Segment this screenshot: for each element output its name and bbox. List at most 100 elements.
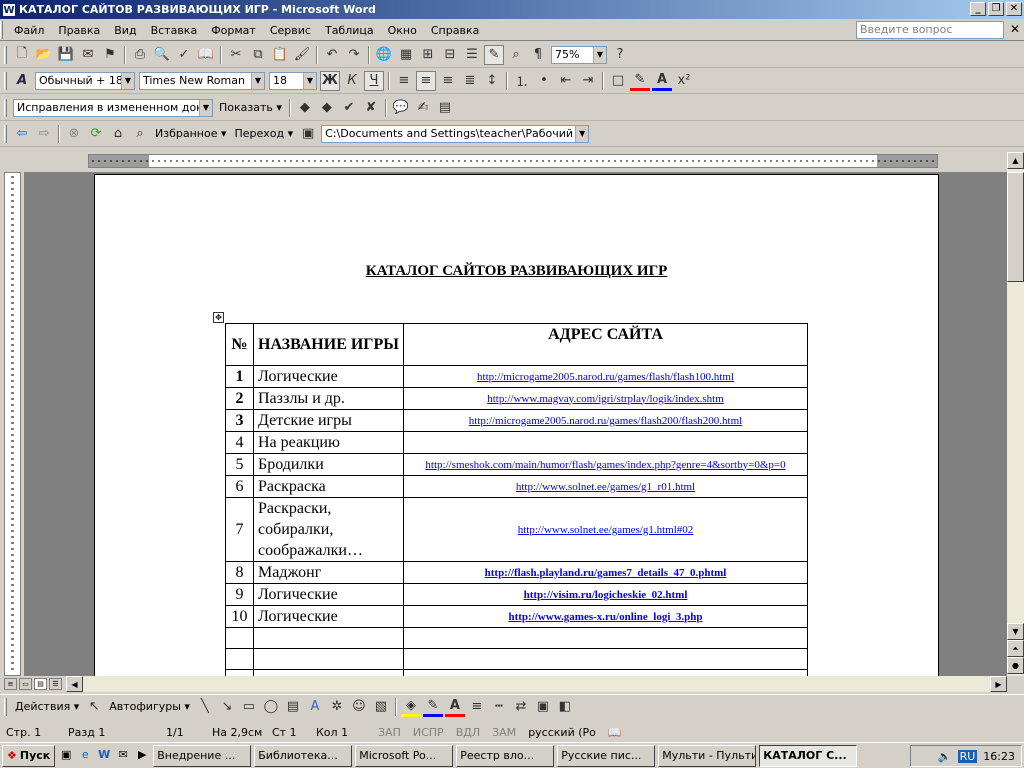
row-num[interactable]: 4 — [225, 431, 254, 454]
row-site-link[interactable]: http://smeshok.com/main/humor/flash/game… — [403, 453, 808, 476]
favorites-button[interactable]: Избранное ▾ — [151, 124, 231, 144]
clock[interactable]: 16:23 — [983, 750, 1015, 763]
align-left-icon[interactable]: ≡ — [394, 71, 414, 91]
header-name[interactable]: НАЗВАНИЕ ИГРЫ — [253, 323, 404, 366]
show-hide-icon[interactable]: ¶ — [528, 45, 548, 65]
minimize-button[interactable]: _ — [970, 2, 986, 16]
row-num[interactable]: 9 — [225, 583, 254, 606]
styles-icon[interactable]: A — [12, 71, 32, 91]
reviewing-pane-icon[interactable]: ▤ — [435, 98, 455, 118]
empty-cell[interactable] — [253, 648, 404, 670]
menubar-grip[interactable] — [0, 21, 3, 39]
media-icon[interactable]: ▶ — [134, 748, 150, 764]
row-game-name[interactable]: Паззлы и др. — [253, 387, 404, 410]
volume-icon[interactable]: 🔈 — [938, 750, 952, 763]
picture-icon[interactable]: ▧ — [371, 697, 391, 717]
format-painter-icon[interactable]: 🖌 — [292, 45, 312, 65]
3d-icon[interactable]: ◧ — [555, 697, 575, 717]
row-game-name[interactable]: На реакцию — [253, 431, 404, 454]
print-preview-icon[interactable]: 🔍 — [152, 45, 172, 65]
scroll-thumb[interactable] — [1007, 172, 1024, 282]
horizontal-scrollbar[interactable]: ◀ ▶ — [66, 676, 1007, 692]
row-num[interactable]: 5 — [225, 453, 254, 476]
help-icon[interactable]: ? — [610, 45, 630, 65]
menu-file[interactable]: Файл — [7, 24, 51, 37]
header-address[interactable]: АДРЕС САЙТА — [403, 323, 808, 366]
fill-color-icon[interactable]: ◈ — [400, 697, 421, 717]
chevron-down-icon[interactable]: ▼ — [199, 99, 212, 116]
email-icon[interactable]: ⚑ — [100, 45, 120, 65]
home-icon[interactable]: ⌂ — [108, 124, 128, 144]
bold-button[interactable]: Ж — [320, 70, 340, 91]
arrow-icon[interactable]: ↘ — [217, 697, 237, 717]
status-rec[interactable]: ЗАП — [372, 726, 407, 739]
task-button-active[interactable]: КАТАЛОГ С... — [759, 744, 858, 767]
undo-icon[interactable]: ↶ — [322, 45, 342, 65]
chevron-down-icon[interactable]: ▼ — [251, 72, 264, 89]
table-move-handle-icon[interactable]: ✥ — [213, 312, 224, 323]
search-web-icon[interactable]: ⌕ — [130, 124, 150, 144]
diagram-icon[interactable]: ✲ — [327, 697, 347, 717]
copy-icon[interactable]: ⧉ — [248, 45, 268, 65]
track-changes-icon[interactable]: ✍ — [413, 98, 433, 118]
research-icon[interactable]: 📖 — [196, 45, 216, 65]
row-game-name[interactable]: Логические — [253, 365, 404, 388]
row-num[interactable]: 3 — [225, 409, 254, 432]
task-button[interactable]: Библиотека... — [254, 744, 353, 767]
browse-object-icon[interactable]: ● — [1007, 657, 1024, 674]
row-site-link[interactable]: http://microgame2005.narod.ru/games/flas… — [403, 409, 808, 432]
row-num[interactable]: 2 — [225, 387, 254, 410]
columns-icon[interactable]: ☰ — [462, 45, 482, 65]
spelling-status-icon[interactable]: 📖 — [602, 726, 628, 739]
word-quicklaunch-icon[interactable]: W — [96, 748, 112, 764]
reject-change-icon[interactable]: ✘ — [361, 98, 381, 118]
accept-change-icon[interactable]: ✔ — [339, 98, 359, 118]
paste-icon[interactable]: 📋 — [270, 45, 290, 65]
show-web-toolbar-icon[interactable]: ▣ — [298, 124, 318, 144]
permission-icon[interactable]: ✉ — [78, 45, 98, 65]
outline-view-icon[interactable]: ☰ — [49, 678, 62, 690]
task-button[interactable]: Внедрение ... — [153, 744, 252, 767]
font-size-select[interactable]: 18 ▼ — [269, 71, 317, 90]
menu-window[interactable]: Окно — [381, 24, 424, 37]
italic-button[interactable]: К — [342, 71, 362, 91]
highlight-icon[interactable]: ✎ — [630, 71, 650, 91]
save-icon[interactable]: 💾 — [56, 45, 76, 65]
select-objects-icon[interactable]: ↖ — [84, 697, 104, 717]
draw-font-color-icon[interactable]: A — [444, 697, 465, 717]
new-comment-icon[interactable]: 💬 — [391, 98, 411, 118]
bullets-icon[interactable]: • — [534, 71, 554, 91]
normal-view-icon[interactable]: ≡ — [4, 678, 17, 690]
hyperlink-icon[interactable]: 🌐 — [374, 45, 394, 65]
chevron-down-icon[interactable]: ▼ — [303, 72, 316, 89]
insert-excel-icon[interactable]: ⊟ — [440, 45, 460, 65]
clipart-icon[interactable]: ☺ — [349, 697, 369, 717]
row-site-link[interactable]: http://www.magvay.com/igri/strplay/logik… — [403, 387, 808, 410]
increase-indent-icon[interactable]: ⇥ — [578, 71, 598, 91]
border-icon[interactable]: □ — [608, 71, 628, 91]
spelling-icon[interactable]: ✓ — [174, 45, 194, 65]
document-title[interactable]: КАТАЛОГ САЙТОВ РАЗВИВАЮЩИХ ИГР — [95, 263, 938, 280]
status-ext[interactable]: ВДЛ — [450, 726, 486, 739]
menu-view[interactable]: Вид — [107, 24, 143, 37]
row-game-name[interactable]: Детские игры — [253, 409, 404, 432]
back-icon[interactable]: ⇦ — [12, 124, 32, 144]
drawing-icon[interactable]: ✎ — [484, 44, 504, 65]
empty-cell[interactable] — [403, 648, 808, 670]
row-site-link[interactable]: http://flash.playland.ru/games7_details_… — [403, 561, 808, 584]
menu-help[interactable]: Справка — [424, 24, 486, 37]
zoom-select[interactable]: 75% ▼ — [551, 45, 607, 64]
open-folder-icon[interactable]: 📂 — [34, 45, 54, 65]
row-site-link[interactable]: http://www.solnet.ee/games/g1.html#02 — [403, 497, 808, 562]
font-color-icon[interactable]: A — [652, 71, 672, 91]
stop-icon[interactable]: ⊗ — [64, 124, 84, 144]
menu-table[interactable]: Таблица — [318, 24, 381, 37]
align-center-icon[interactable]: ≡ — [416, 70, 436, 91]
row-site-link[interactable] — [403, 431, 808, 454]
scroll-up-icon[interactable]: ▲ — [1007, 152, 1024, 169]
row-num[interactable]: 7 — [225, 497, 254, 562]
row-game-name[interactable]: Логические — [253, 583, 404, 606]
vertical-ruler[interactable] — [4, 172, 21, 676]
row-site-link[interactable]: http://www.games-x.ru/online_logi_3.php — [403, 605, 808, 628]
row-num[interactable]: 10 — [225, 605, 254, 628]
